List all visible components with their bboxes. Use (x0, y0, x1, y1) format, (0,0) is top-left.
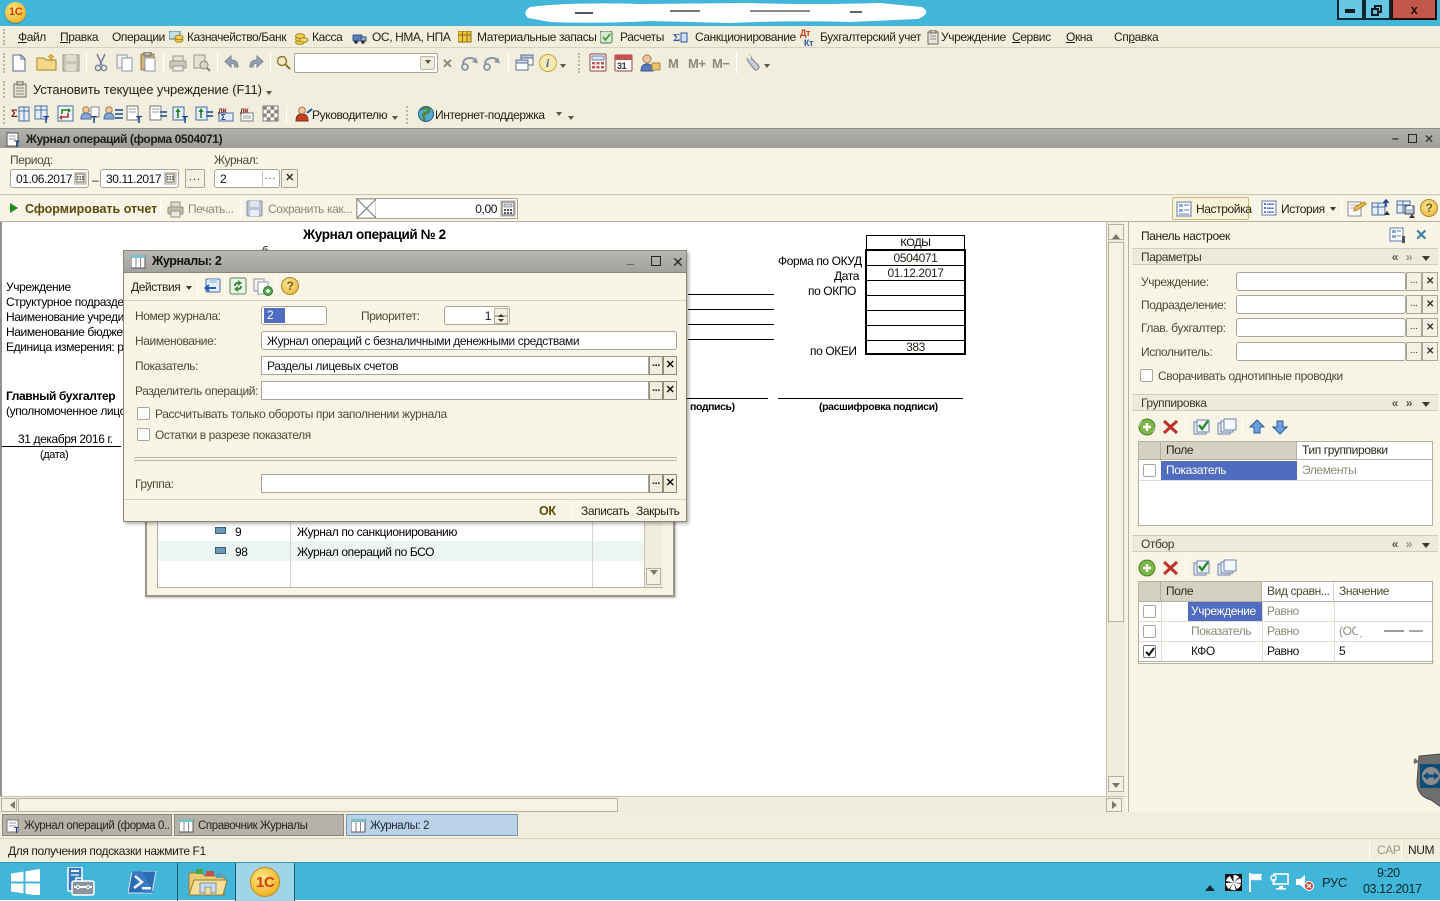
svg-text:T: T (136, 115, 142, 124)
svg-text:T: T (91, 115, 97, 124)
svg-text:31: 31 (617, 61, 627, 71)
svg-text:Σ: Σ (221, 113, 226, 122)
svg-text:T: T (14, 139, 20, 148)
svg-text:T: T (14, 826, 19, 834)
svg-text:T: T (182, 115, 188, 124)
svg-text:Σ: Σ (673, 32, 680, 44)
svg-text:T: T (43, 115, 49, 124)
svg-text:Σ: Σ (11, 108, 18, 120)
